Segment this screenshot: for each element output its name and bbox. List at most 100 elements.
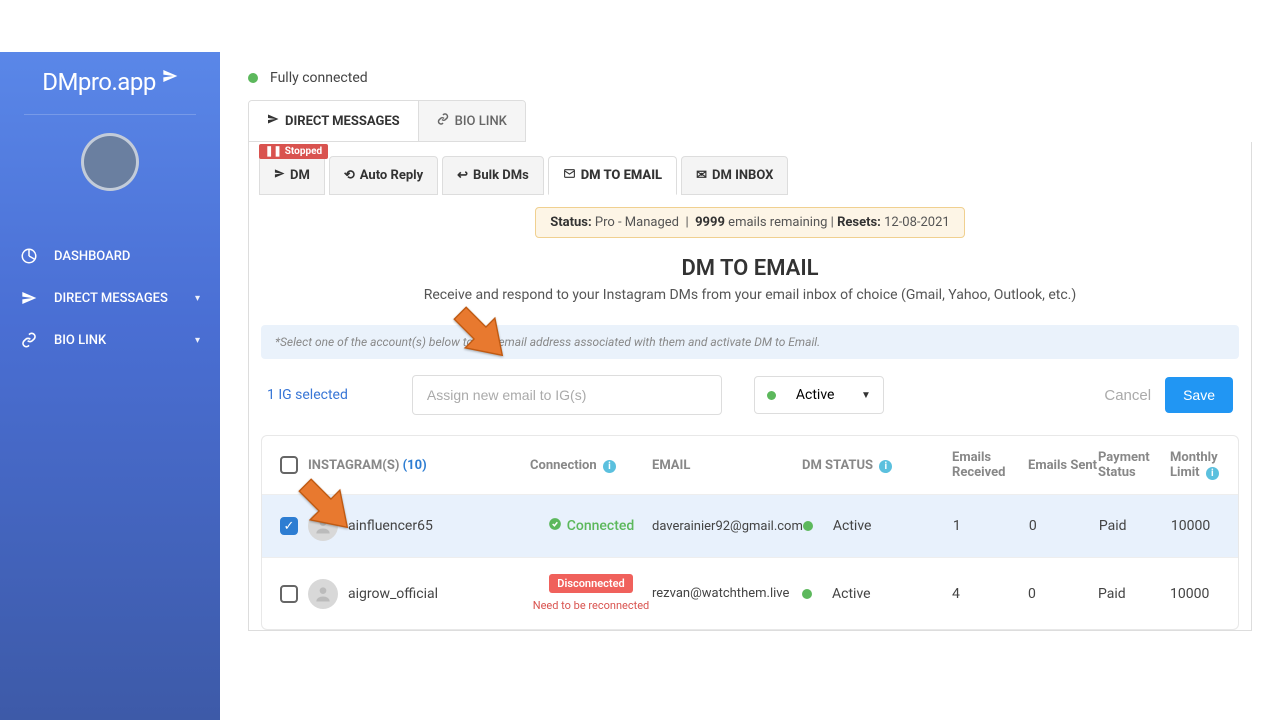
send-icon xyxy=(267,113,279,129)
column-label: INSTAGRAM(S) xyxy=(308,458,399,473)
avatar[interactable] xyxy=(81,133,139,191)
resets-label: Resets: xyxy=(837,215,881,230)
status-dot-icon xyxy=(767,391,776,400)
status-dot-icon xyxy=(803,521,813,531)
tab-label: BIO LINK xyxy=(455,114,507,129)
content-panel: ❚❚ Stopped DM ⟲ Auto Reply ↩ Bulk DMs xyxy=(248,142,1252,631)
page-title: DM TO EMAIL xyxy=(249,256,1251,281)
emails-sent-value: 0 xyxy=(1028,586,1098,602)
table-row[interactable]: ✓ ainfluencer65 Connected daverainier92@… xyxy=(262,494,1238,557)
dm-status-value: Active xyxy=(833,518,872,534)
subtab-bulk-dms[interactable]: ↩ Bulk DMs xyxy=(442,156,544,195)
monthly-limit-value: 10000 xyxy=(1171,518,1239,534)
chevron-down-icon: ▾ xyxy=(195,335,200,346)
subtab-label: DM TO EMAIL xyxy=(581,168,662,183)
badge-label: Stopped xyxy=(285,146,322,157)
divider xyxy=(24,114,196,115)
column-emails-received: Emails Received xyxy=(952,450,1028,480)
payment-status-value: Paid xyxy=(1099,518,1171,534)
username: aigrow_official xyxy=(348,586,438,602)
avatar-icon xyxy=(308,579,338,609)
table-header: INSTAGRAM(S) (10) Connection i EMAIL DM … xyxy=(262,436,1238,494)
subtab-label: Auto Reply xyxy=(360,168,423,183)
selected-count-label: 1 IG selected xyxy=(267,387,348,403)
check-circle-icon xyxy=(548,517,562,535)
info-icon[interactable]: i xyxy=(879,460,892,473)
column-instagram: INSTAGRAM(S) (10) xyxy=(280,456,530,474)
main-content: Fully connected DIRECT MESSAGES BIO LINK… xyxy=(220,52,1280,720)
subtab-dm-to-email[interactable]: DM TO EMAIL xyxy=(548,156,677,195)
dashboard-icon xyxy=(20,247,38,265)
column-label: Connection xyxy=(530,458,597,473)
resets-date: 12-08-2021 xyxy=(884,215,950,230)
sidebar-item-dashboard[interactable]: DASHBOARD xyxy=(0,235,220,277)
chevron-down-icon: ▾ xyxy=(195,293,200,304)
sidebar-item-label: DIRECT MESSAGES xyxy=(54,291,168,306)
send-icon xyxy=(274,168,285,183)
reconnect-message: Need to be reconnected xyxy=(533,599,650,612)
avatar-area xyxy=(0,121,220,235)
disconnected-badge: Disconnected xyxy=(549,574,632,593)
send-icon xyxy=(20,289,38,307)
subtab-dm[interactable]: DM xyxy=(259,156,325,195)
email-value: daverainier92@gmail.com xyxy=(652,519,803,534)
column-connection: Connection i xyxy=(530,458,652,473)
email-icon xyxy=(563,167,576,184)
subtab-auto-reply[interactable]: ⟲ Auto Reply xyxy=(329,156,438,195)
page-subtitle: Receive and respond to your Instagram DM… xyxy=(249,287,1251,303)
email-value: rezvan@watchthem.live xyxy=(652,586,802,601)
subtab-label: DM xyxy=(290,168,310,183)
link-icon xyxy=(437,113,449,129)
tab-direct-messages[interactable]: DIRECT MESSAGES xyxy=(249,101,419,141)
column-email: EMAIL xyxy=(652,458,802,473)
sidebar-item-bio-link[interactable]: BIO LINK ▾ xyxy=(0,319,220,361)
accounts-table: INSTAGRAM(S) (10) Connection i EMAIL DM … xyxy=(261,435,1239,630)
status-value: Active xyxy=(796,387,835,403)
remaining-label: emails remaining xyxy=(728,215,827,230)
info-icon[interactable]: i xyxy=(603,460,616,473)
chevron-down-icon: ▼ xyxy=(861,390,871,401)
tab-bio-link[interactable]: BIO LINK xyxy=(419,101,525,141)
emails-received-value: 4 xyxy=(952,586,1028,602)
column-label: DM STATUS xyxy=(802,458,873,473)
row-checkbox[interactable] xyxy=(280,585,298,603)
sidebar-item-direct-messages[interactable]: DIRECT MESSAGES ▾ xyxy=(0,277,220,319)
connection-status: Connected xyxy=(548,517,635,535)
subtab-container: ❚❚ Stopped DM ⟲ Auto Reply ↩ Bulk DMs xyxy=(249,142,1251,195)
cancel-button[interactable]: Cancel xyxy=(1104,387,1151,404)
dm-status-value: Active xyxy=(832,586,871,602)
inbox-icon: ✉ xyxy=(696,168,707,183)
sidebar-item-label: BIO LINK xyxy=(54,333,106,348)
logo[interactable]: DMpro.app xyxy=(0,52,220,108)
status-label: Status: xyxy=(550,215,591,230)
account-count: (10) xyxy=(403,458,427,473)
status-text: Fully connected xyxy=(270,70,368,86)
connection-status: Fully connected xyxy=(220,52,1280,100)
status-dot-icon xyxy=(248,73,258,83)
status-select[interactable]: Active ▼ xyxy=(754,376,884,414)
row-checkbox[interactable]: ✓ xyxy=(280,517,298,535)
column-dm-status: DM STATUS i xyxy=(802,458,952,473)
help-text: *Select one of the account(s) below to e… xyxy=(261,325,1239,359)
subtab-label: Bulk DMs xyxy=(473,168,529,183)
select-all-checkbox[interactable] xyxy=(280,456,298,474)
paper-plane-icon xyxy=(162,68,178,88)
assign-email-input[interactable] xyxy=(412,375,722,415)
emails-received-value: 1 xyxy=(953,518,1029,534)
link-icon xyxy=(20,331,38,349)
table-row[interactable]: aigrow_official Disconnected Need to be … xyxy=(262,557,1238,629)
connection-label: Connected xyxy=(567,518,635,534)
status-dot-icon xyxy=(802,589,812,599)
payment-status-value: Paid xyxy=(1098,586,1170,602)
save-button[interactable]: Save xyxy=(1165,377,1233,413)
column-emails-sent: Emails Sent xyxy=(1028,458,1098,473)
pause-icon: ❚❚ xyxy=(265,146,282,157)
logo-text: DMpro.app xyxy=(42,68,156,96)
column-payment-status: Payment Status xyxy=(1098,450,1170,480)
plan-status-banner: Status: Pro - Managed | 9999 emails rema… xyxy=(535,207,964,238)
primary-tabs: DIRECT MESSAGES BIO LINK xyxy=(248,100,526,142)
info-icon[interactable]: i xyxy=(1206,467,1219,480)
subtab-dm-inbox[interactable]: ✉ DM INBOX xyxy=(681,156,788,195)
stopped-badge: ❚❚ Stopped xyxy=(259,144,328,159)
sidebar-item-label: DASHBOARD xyxy=(54,249,130,264)
